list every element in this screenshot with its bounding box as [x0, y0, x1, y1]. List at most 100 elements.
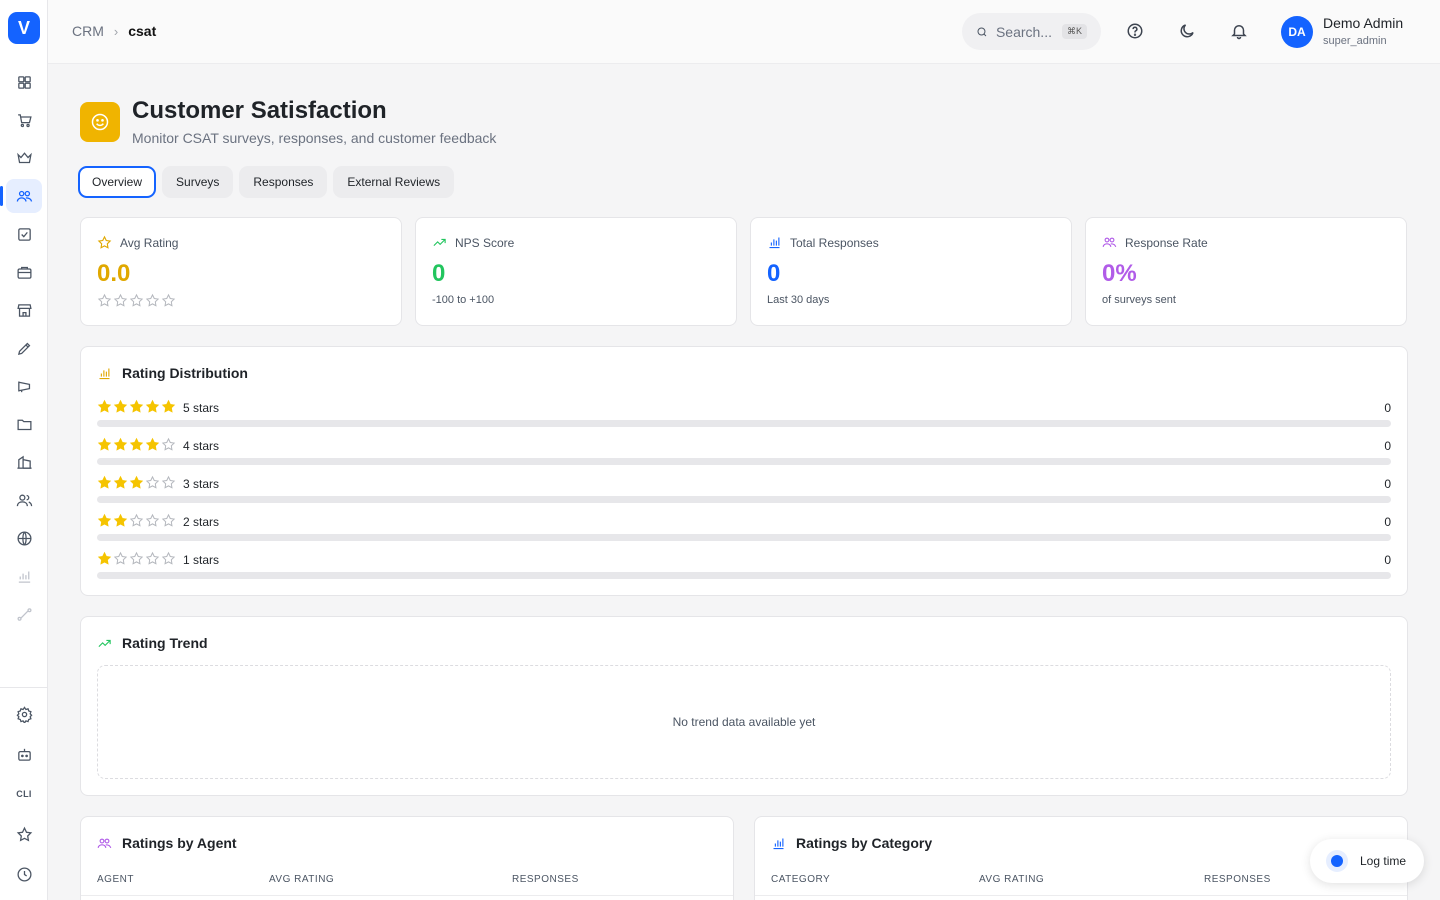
bell-icon[interactable]: [1229, 21, 1249, 41]
star-filled-icon: [113, 513, 128, 527]
moon-icon[interactable]: [1177, 21, 1197, 41]
rating-distribution-card: Rating Distribution 5 stars 0 4 stars 0 3 st…: [80, 346, 1408, 596]
rating-distribution-title: Rating Distribution: [97, 365, 248, 381]
tab-bar: Overview Surveys Responses External Revi…: [78, 166, 455, 198]
cli-icon[interactable]: CLI: [6, 777, 42, 811]
total-responses-label: Total Responses: [767, 235, 879, 250]
avg-rating-value: 0.0: [97, 260, 131, 287]
row-label: 4 stars: [183, 439, 220, 453]
breadcrumb-root[interactable]: CRM: [72, 23, 104, 39]
megaphone-icon[interactable]: [6, 369, 42, 403]
search-input[interactable]: Search... ⌘K: [962, 13, 1101, 50]
row-stars: [97, 475, 176, 490]
page-subtitle: Monitor CSAT surveys, responses, and cus…: [132, 130, 497, 146]
star-filled-icon: [145, 437, 160, 451]
total-responses-period: Last 30 days: [767, 294, 830, 306]
table-header-divider: [81, 895, 733, 896]
user-name[interactable]: Demo Admin: [1323, 15, 1403, 31]
tab-overview[interactable]: Overview: [78, 166, 157, 198]
page-title: Customer Satisfaction: [132, 97, 387, 124]
nps-score-label: NPS Score: [432, 235, 514, 250]
star-icon[interactable]: [6, 817, 42, 851]
users-icon[interactable]: [0, 179, 42, 213]
rating-trend-title: Rating Trend: [97, 635, 208, 651]
rating-distribution-row: 4 stars 0: [97, 437, 1391, 475]
star-empty-icon: [161, 437, 176, 451]
tab-external-reviews[interactable]: External Reviews: [333, 166, 455, 198]
topbar: CRM › csat Search... ⌘K DA Demo Admin su…: [48, 0, 1440, 64]
crown-icon[interactable]: [6, 140, 42, 174]
star-empty-icon: [129, 513, 144, 527]
breadcrumb-current: csat: [128, 23, 157, 39]
total-responses-value: 0: [767, 260, 781, 287]
bar-chart-icon[interactable]: [6, 559, 42, 593]
rating-distribution-row: 1 stars 0: [97, 551, 1391, 589]
app-logo[interactable]: V: [8, 12, 40, 44]
star-empty-icon: [161, 293, 176, 307]
avatar[interactable]: DA: [1281, 16, 1313, 48]
search-icon: [977, 27, 987, 36]
folder-icon[interactable]: [6, 407, 42, 441]
bar-chart-icon: [773, 838, 784, 849]
sidebar-divider: [0, 687, 48, 688]
user-role: super_admin: [1323, 35, 1387, 47]
tab-surveys[interactable]: Surveys: [162, 166, 234, 198]
log-time-button[interactable]: Log time: [1310, 839, 1424, 883]
row-count: 0: [1384, 477, 1391, 491]
team-icon[interactable]: [6, 483, 42, 517]
response-rate-label: Response Rate: [1102, 235, 1208, 250]
star-filled-icon: [97, 437, 112, 451]
table-header-divider: [755, 895, 1407, 896]
cart-icon[interactable]: [6, 103, 42, 137]
checkbox-icon[interactable]: [6, 217, 42, 251]
rating-distribution-row: 5 stars 0: [97, 399, 1391, 437]
grid-icon[interactable]: [6, 65, 42, 99]
column-header-category[interactable]: Category: [771, 874, 830, 885]
row-progress-bar: [97, 420, 1391, 427]
star-empty-icon: [145, 475, 160, 489]
star-filled-icon: [97, 551, 112, 565]
response-rate-value: 0%: [1102, 260, 1137, 287]
column-header-responses[interactable]: Responses: [512, 874, 579, 885]
star-empty-icon: [161, 513, 176, 527]
row-label: 5 stars: [183, 401, 220, 415]
star-filled-icon: [129, 475, 144, 489]
briefcase-icon[interactable]: [6, 255, 42, 289]
row-progress-bar: [97, 572, 1391, 579]
help-icon[interactable]: [1125, 21, 1145, 41]
settings-icon[interactable]: [6, 697, 42, 731]
rating-distribution-row: 2 stars 0: [97, 513, 1391, 551]
column-header-avg-rating[interactable]: Avg Rating: [269, 874, 334, 885]
star-empty-icon: [161, 475, 176, 489]
row-label: 3 stars: [183, 477, 220, 491]
ratings-by-category-title: Ratings by Category: [771, 835, 932, 851]
column-header-responses[interactable]: Responses: [1204, 874, 1271, 885]
pen-icon[interactable]: [6, 331, 42, 365]
clock-icon[interactable]: [6, 857, 42, 891]
star-filled-icon: [145, 399, 160, 413]
store-icon[interactable]: [6, 293, 42, 327]
globe-icon[interactable]: [6, 521, 42, 555]
cli-label: CLI: [16, 789, 32, 799]
log-time-label: Log time: [1360, 854, 1407, 868]
star-empty-icon: [145, 293, 160, 307]
users-icon: [97, 838, 112, 848]
route-icon[interactable]: [6, 597, 42, 631]
row-count: 0: [1384, 401, 1391, 415]
column-header-agent[interactable]: Agent: [97, 874, 134, 885]
star-filled-icon: [129, 399, 144, 413]
building-icon[interactable]: [6, 445, 42, 479]
column-header-avg-rating[interactable]: Avg Rating: [979, 874, 1044, 885]
row-label: 1 stars: [183, 553, 220, 567]
star-empty-icon: [129, 551, 144, 565]
tab-responses[interactable]: Responses: [239, 166, 328, 198]
nps-score-card: NPS Score 0 -100 to +100: [415, 217, 737, 326]
star-filled-icon: [97, 399, 112, 413]
row-stars: [97, 437, 176, 452]
row-progress-bar: [97, 496, 1391, 503]
bot-icon[interactable]: [6, 737, 42, 771]
star-empty-icon: [113, 293, 128, 307]
avg-rating-label: Avg Rating: [97, 235, 178, 250]
breadcrumb: CRM › csat: [72, 23, 156, 39]
star-empty-icon: [97, 293, 112, 307]
